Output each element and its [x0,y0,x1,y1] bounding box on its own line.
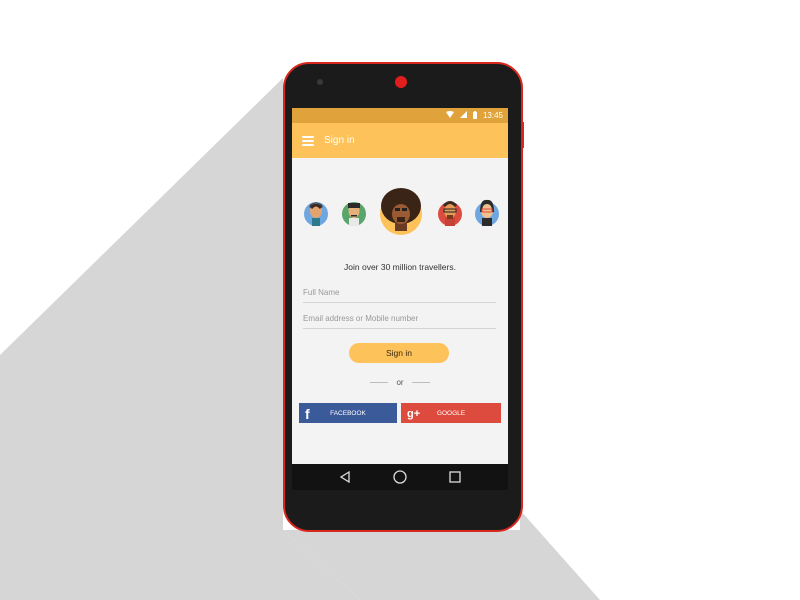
front-camera [317,79,323,85]
back-icon[interactable] [338,470,352,484]
avatar [342,202,366,226]
or-label: or [396,377,404,387]
power-button [521,122,524,148]
email-input[interactable]: Email address or Mobile number [303,311,496,329]
facebook-button[interactable]: f FACEBOOK [299,403,397,423]
divider-line [411,381,430,383]
traveller-avatars [292,186,508,246]
recents-icon[interactable] [448,470,462,484]
facebook-icon: f [305,406,310,422]
divider-line [370,381,389,383]
avatar [438,201,462,226]
menu-icon[interactable] [302,135,314,146]
app-bar: Sign in [292,123,508,158]
signal-icon [459,111,467,120]
home-icon[interactable] [393,470,407,484]
wifi-icon [445,111,454,120]
or-divider: or [292,376,508,388]
facebook-label: FACEBOOK [330,409,366,417]
avatar [475,199,499,226]
navigation-bar [292,464,508,490]
tagline: Join over 30 million travellers. [344,262,456,272]
google-label: GOOGLE [436,409,466,417]
battery-icon [472,110,477,121]
status-time: 13:45 [482,111,503,120]
status-bar: 13:45 [292,108,508,123]
avatar [304,202,328,226]
full-name-input[interactable]: Full Name [303,285,496,303]
avatar-featured [380,188,422,235]
phone-screen: 13:45 Sign in Join over 30 million trave… [292,108,508,490]
google-plus-icon: g+ [407,408,421,420]
sign-in-button[interactable]: Sign in [349,343,449,363]
google-button[interactable]: g+ GOOGLE [401,403,501,423]
notification-led [395,76,407,88]
page-title: Sign in [324,135,355,146]
